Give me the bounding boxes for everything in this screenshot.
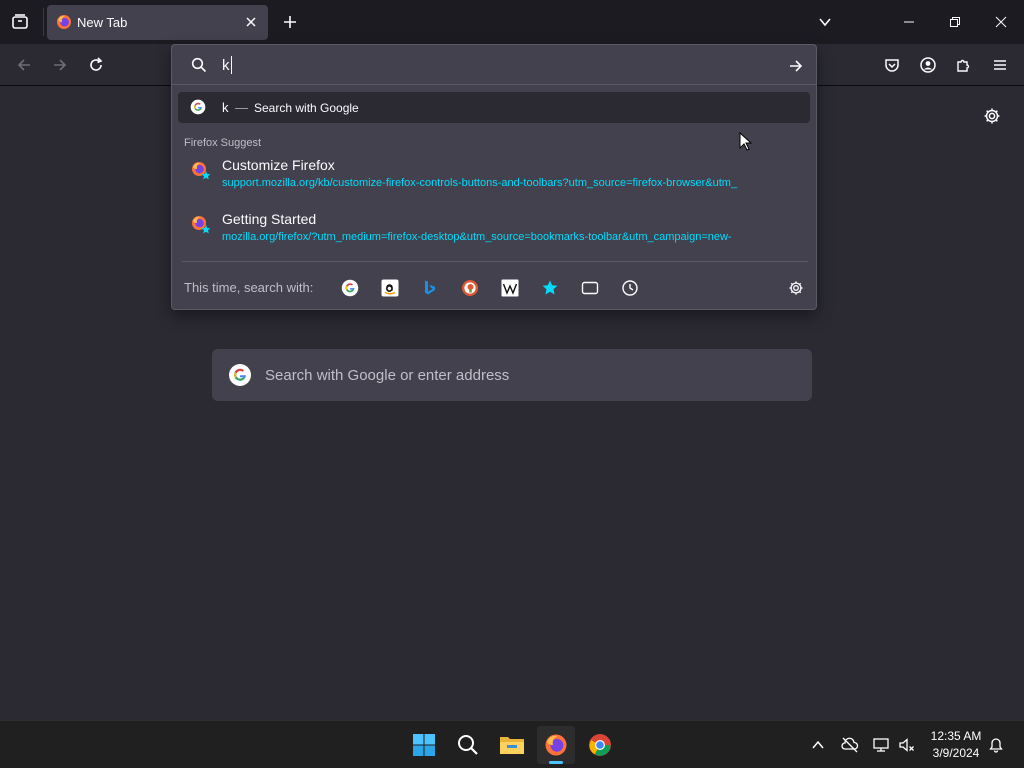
- search-with-label: This time, search with:: [184, 280, 314, 295]
- account-icon[interactable]: [918, 55, 938, 75]
- wikipedia-icon[interactable]: [498, 276, 522, 300]
- suggestion-title: Customize Firefox: [222, 157, 335, 173]
- windows-taskbar: 12:35 AM 3/9/2024: [0, 720, 1024, 768]
- bing-icon[interactable]: [418, 276, 442, 300]
- page-settings-gear-icon[interactable]: [982, 106, 1002, 126]
- close-window-button[interactable]: [978, 0, 1024, 44]
- google-row-query: k: [222, 100, 229, 115]
- clock-time[interactable]: 12:35 AM: [920, 729, 992, 743]
- tab-strip: New Tab: [0, 0, 1024, 44]
- back-arrow-icon[interactable]: [14, 55, 34, 75]
- google-row-separator: —: [235, 100, 248, 115]
- onedrive-offline-icon[interactable]: [840, 735, 860, 755]
- tab-title: New Tab: [77, 15, 128, 30]
- search-settings-gear-icon[interactable]: [784, 276, 808, 300]
- urlbar-input[interactable]: k: [172, 45, 816, 85]
- tab-new-tab[interactable]: New Tab: [47, 5, 268, 40]
- windows-start-icon[interactable]: [405, 726, 443, 764]
- firefox-bookmark-icon: [190, 214, 212, 236]
- pocket-icon[interactable]: [882, 55, 902, 75]
- active-app-indicator: [549, 761, 563, 764]
- go-arrow-icon[interactable]: [786, 56, 806, 76]
- suggestion-customize-firefox[interactable]: Customize Firefox support.mozilla.org/kb…: [172, 157, 816, 209]
- google-row-label: Search with Google: [254, 101, 359, 115]
- suggestion-title: Getting Started: [222, 211, 317, 227]
- minimize-window-button[interactable]: [886, 0, 932, 44]
- clock-date[interactable]: 3/9/2024: [920, 746, 992, 760]
- new-tab-plus-icon[interactable]: [280, 12, 300, 32]
- close-tab-icon[interactable]: [243, 14, 259, 30]
- google-icon[interactable]: [338, 276, 362, 300]
- restore-window-button[interactable]: [932, 0, 978, 44]
- text-caret: [231, 56, 232, 74]
- firefox-bookmark-icon: [190, 160, 212, 182]
- search-icon: [190, 56, 208, 74]
- firefox-icon: [56, 14, 72, 30]
- content-search-placeholder: Search with Google or enter address: [265, 367, 510, 384]
- show-hidden-icons-chevron-icon[interactable]: [808, 735, 828, 755]
- history-icon[interactable]: [618, 276, 642, 300]
- urlbar-divider: [182, 261, 808, 262]
- network-icon[interactable]: [871, 735, 891, 755]
- duckduckgo-icon[interactable]: [458, 276, 482, 300]
- firefox-suggest-heading: Firefox Suggest: [184, 137, 262, 149]
- suggestion-url: support.mozilla.org/kb/customize-firefox…: [222, 177, 738, 189]
- hamburger-menu-icon[interactable]: [990, 55, 1010, 75]
- extensions-puzzle-icon[interactable]: [954, 55, 974, 75]
- suggestion-getting-started[interactable]: Getting Started mozilla.org/firefox/?utm…: [172, 211, 816, 263]
- google-icon: [190, 99, 206, 115]
- tab-strip-separator: [43, 8, 44, 36]
- amazon-icon[interactable]: [378, 276, 402, 300]
- bookmarks-star-icon[interactable]: [538, 276, 562, 300]
- chrome-icon[interactable]: [581, 726, 619, 764]
- volume-muted-icon[interactable]: [897, 735, 917, 755]
- tabs-icon[interactable]: [578, 276, 602, 300]
- content-search-box[interactable]: Search with Google or enter address: [212, 349, 812, 401]
- taskbar-search-icon[interactable]: [449, 726, 487, 764]
- forward-arrow-icon[interactable]: [50, 55, 70, 75]
- urlbar-popup: k k — Search with Google Firefox Suggest…: [171, 44, 817, 310]
- urlbar-value: k: [222, 57, 230, 74]
- suggestion-url: mozilla.org/firefox/?utm_medium=firefox-…: [222, 231, 732, 243]
- list-all-tabs-chevron-icon[interactable]: [815, 12, 835, 32]
- mouse-cursor-icon: [739, 132, 753, 152]
- search-with-google-row[interactable]: k — Search with Google: [178, 92, 810, 123]
- file-explorer-icon[interactable]: [493, 726, 531, 764]
- taskbar-firefox-icon[interactable]: [537, 726, 575, 764]
- reload-icon[interactable]: [86, 55, 106, 75]
- tab-overview-icon[interactable]: [10, 12, 30, 32]
- notification-bell-icon[interactable]: [986, 735, 1006, 755]
- google-icon: [228, 363, 252, 387]
